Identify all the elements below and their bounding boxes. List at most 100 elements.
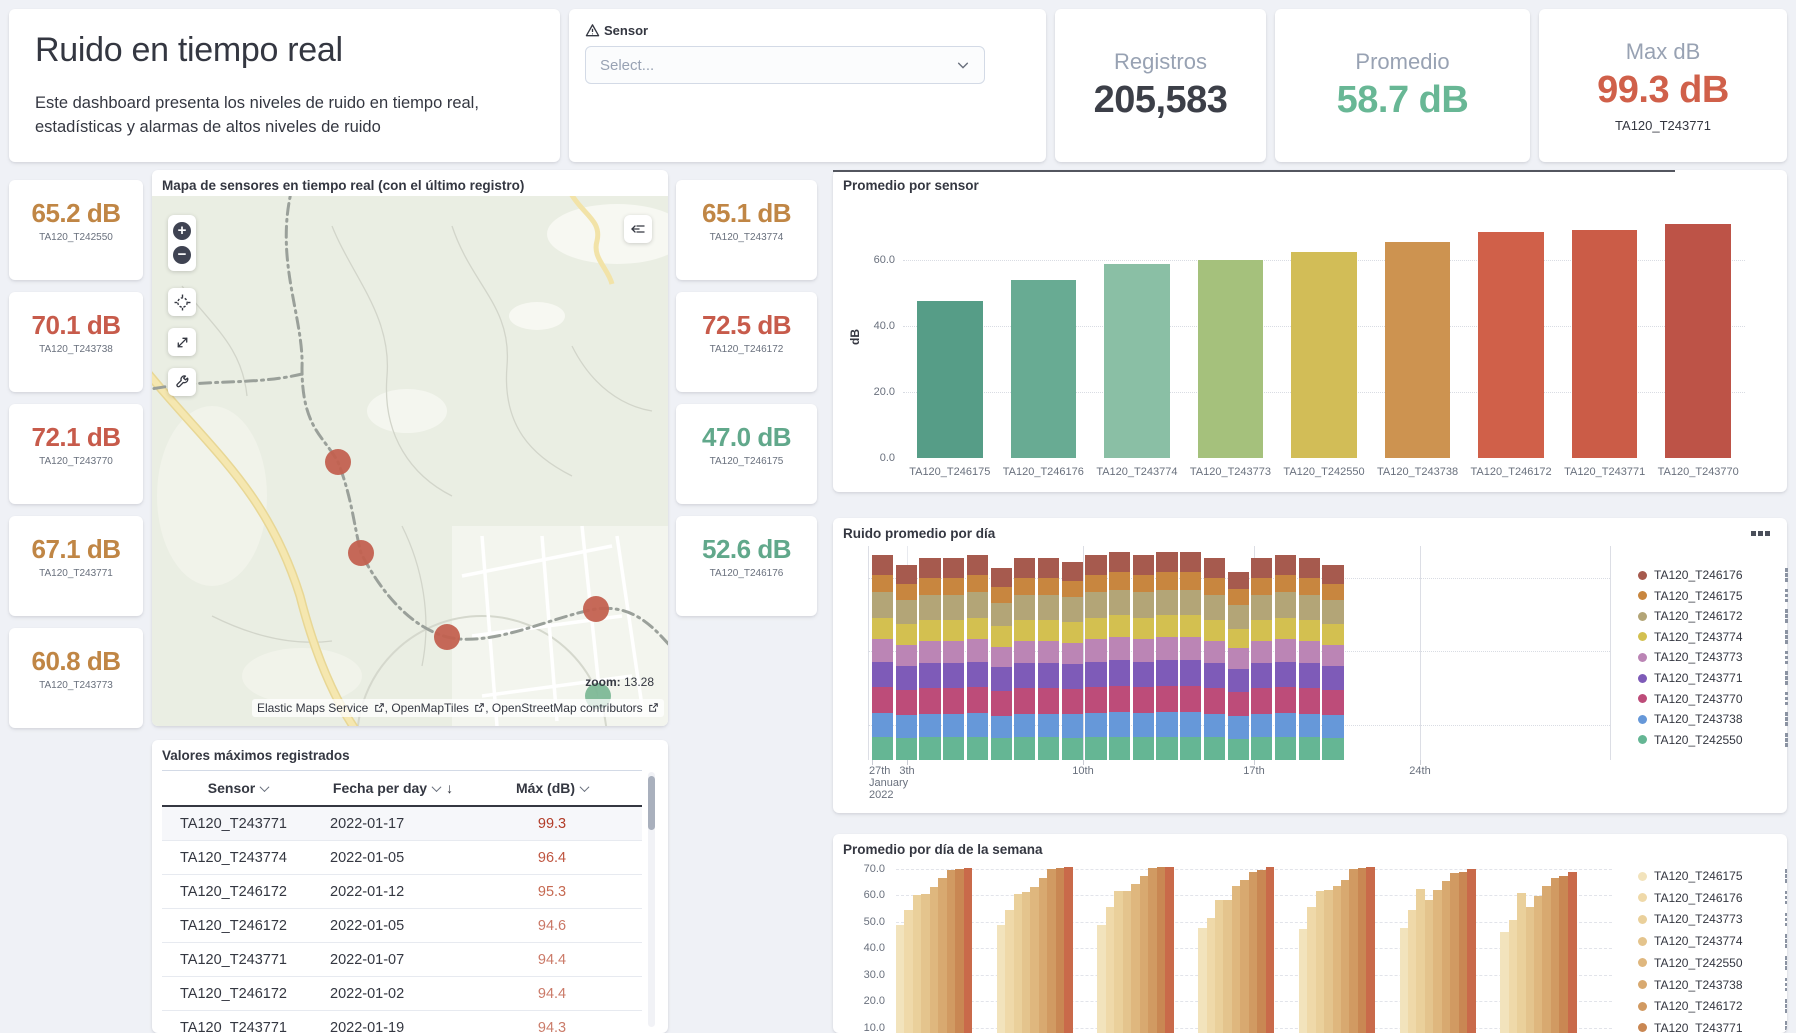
stack-segment-TA120_T243738[interactable]	[872, 713, 893, 737]
legend-actions-icon[interactable]	[1785, 568, 1789, 582]
stack-segment-TA120_T243738[interactable]	[1156, 712, 1177, 737]
stack-segment-TA120_T243770[interactable]	[1085, 687, 1106, 713]
stack-segment-TA120_T246176[interactable]	[943, 558, 964, 577]
stack-segment-TA120_T243771[interactable]	[1156, 660, 1177, 686]
stack-segment-TA120_T243771[interactable]	[896, 666, 917, 690]
stack-segment-TA120_T246176[interactable]	[1180, 552, 1201, 572]
legend-actions-icon[interactable]	[1785, 671, 1789, 685]
stack-segment-TA120_T243774[interactable]	[1038, 620, 1059, 641]
stack-segment-TA120_T243770[interactable]	[1228, 692, 1249, 716]
stack-segment-TA120_T243770[interactable]	[1133, 687, 1154, 713]
stack-segment-TA120_T243773[interactable]	[1299, 641, 1320, 663]
stack-segment-TA120_T242550[interactable]	[1156, 737, 1177, 760]
stack-segment-TA120_T246176[interactable]	[1038, 558, 1059, 577]
bar-TA120_T243770[interactable]	[1665, 224, 1731, 458]
stack-segment-TA120_T242550[interactable]	[1109, 737, 1130, 760]
stack-segment-TA120_T243773[interactable]	[1109, 637, 1130, 660]
stack-segment-TA120_T243738[interactable]	[943, 714, 964, 738]
stack-segment-TA120_T243771[interactable]	[1038, 663, 1059, 688]
legend-item-TA120_T246175[interactable]: TA120_T246175	[1638, 869, 1787, 883]
legend-actions-icon[interactable]	[1785, 589, 1789, 603]
bar-TA120_T243770[interactable]	[1467, 869, 1476, 1033]
stack-segment-TA120_T243738[interactable]	[1109, 712, 1130, 737]
stack-segment-TA120_T243738[interactable]	[1251, 714, 1272, 738]
table-row[interactable]: TA120_T243771 2022-01-19 94.3	[162, 1011, 642, 1033]
stack-segment-TA120_T243774[interactable]	[1156, 615, 1177, 637]
legend-item-TA120_T243773[interactable]: TA120_T243773	[1638, 912, 1787, 926]
stack-segment-TA120_T243738[interactable]	[991, 716, 1012, 739]
stack-segment-TA120_T246176[interactable]	[872, 555, 893, 575]
table-row[interactable]: TA120_T243771 2022-01-17 99.3	[162, 807, 642, 841]
stack-segment-TA120_T243773[interactable]	[896, 645, 917, 666]
stack-segment-TA120_T246176[interactable]	[1322, 565, 1343, 584]
legend-item-TA120_T246172[interactable]: TA120_T246172	[1638, 999, 1787, 1013]
zoom-in-button[interactable]: +	[173, 222, 191, 240]
stack-segment-TA120_T246175[interactable]	[991, 587, 1012, 603]
stack-segment-TA120_T243738[interactable]	[1322, 715, 1343, 738]
stack-segment-TA120_T243738[interactable]	[896, 715, 917, 738]
stack-segment-TA120_T246175[interactable]	[1204, 578, 1225, 595]
stack-segment-TA120_T246172[interactable]	[991, 603, 1012, 627]
legend-actions-icon[interactable]	[1785, 869, 1788, 883]
stack-segment-TA120_T246175[interactable]	[1251, 578, 1272, 595]
stack-segment-TA120_T246172[interactable]	[1275, 592, 1296, 617]
stack-segment-TA120_T246172[interactable]	[1133, 592, 1154, 617]
column-header-fecha[interactable]: Fecha per day ↓	[314, 780, 472, 796]
legend-item-TA120_T246175[interactable]: TA120_T246175	[1638, 589, 1788, 603]
stack-segment-TA120_T246172[interactable]	[967, 592, 988, 617]
legend-item-TA120_T243771[interactable]: TA120_T243771	[1638, 1021, 1787, 1033]
stack-segment-TA120_T242550[interactable]	[967, 737, 988, 760]
stack-segment-TA120_T243773[interactable]	[1133, 639, 1154, 661]
stack-segment-TA120_T243771[interactable]	[991, 667, 1012, 691]
stack-segment-TA120_T242550[interactable]	[1133, 737, 1154, 760]
stack-segment-TA120_T246176[interactable]	[1133, 555, 1154, 575]
stack-segment-TA120_T242550[interactable]	[991, 738, 1012, 760]
legend-item-TA120_T243773[interactable]: TA120_T243773	[1638, 650, 1788, 664]
map-tools-button[interactable]	[168, 368, 196, 396]
stack-segment-TA120_T246172[interactable]	[896, 600, 917, 624]
stack-segment-TA120_T243771[interactable]	[1251, 663, 1272, 688]
stack-segment-TA120_T242550[interactable]	[1180, 737, 1201, 760]
stack-segment-TA120_T246172[interactable]	[1062, 597, 1083, 622]
stack-segment-TA120_T243774[interactable]	[943, 620, 964, 641]
bar-TA120_T243738[interactable]	[1385, 242, 1451, 458]
stack-segment-TA120_T243774[interactable]	[1322, 624, 1343, 644]
bar-TA120_T243770[interactable]	[1064, 867, 1073, 1033]
stack-segment-TA120_T246175[interactable]	[1228, 589, 1249, 605]
stack-segment-TA120_T242550[interactable]	[943, 737, 964, 760]
column-header-sensor[interactable]: Sensor	[162, 780, 314, 796]
stack-segment-TA120_T243738[interactable]	[919, 714, 940, 738]
stack-segment-TA120_T246175[interactable]	[967, 575, 988, 593]
stack-segment-TA120_T246175[interactable]	[1014, 578, 1035, 595]
stack-segment-TA120_T243770[interactable]	[1109, 686, 1130, 712]
sensor-map-marker[interactable]	[348, 540, 374, 566]
table-row[interactable]: TA120_T243771 2022-01-07 94.4	[162, 943, 642, 977]
stack-segment-TA120_T243771[interactable]	[967, 662, 988, 687]
stack-segment-TA120_T243773[interactable]	[919, 641, 940, 663]
legend-actions-icon[interactable]	[1785, 1021, 1788, 1033]
stack-segment-TA120_T243738[interactable]	[1180, 712, 1201, 737]
stack-segment-TA120_T243774[interactable]	[1085, 618, 1106, 640]
stack-segment-TA120_T243774[interactable]	[1109, 615, 1130, 637]
stack-segment-TA120_T243738[interactable]	[1228, 716, 1249, 738]
stack-segment-TA120_T243770[interactable]	[1322, 690, 1343, 715]
legend-toggle-button[interactable]	[624, 215, 652, 243]
legend-actions-icon[interactable]	[1785, 651, 1789, 665]
stack-segment-TA120_T243771[interactable]	[1085, 662, 1106, 687]
stack-segment-TA120_T243773[interactable]	[1062, 643, 1083, 665]
stack-segment-TA120_T243773[interactable]	[1275, 639, 1296, 661]
stack-segment-TA120_T243770[interactable]	[1062, 689, 1083, 714]
bar-TA120_T243770[interactable]	[1266, 867, 1275, 1033]
attribution-link[interactable]: OpenStreetMap contributors	[492, 701, 659, 715]
stack-segment-TA120_T246172[interactable]	[1228, 605, 1249, 628]
bar-TA120_T243771[interactable]	[1572, 230, 1638, 458]
legend-actions-icon[interactable]	[1785, 934, 1788, 948]
legend-actions-icon[interactable]	[1785, 733, 1789, 747]
stack-segment-TA120_T243770[interactable]	[1014, 688, 1035, 714]
stack-segment-TA120_T243770[interactable]	[991, 691, 1012, 716]
stack-segment-TA120_T243770[interactable]	[1180, 686, 1201, 712]
stack-segment-TA120_T246175[interactable]	[1109, 572, 1130, 590]
stack-segment-TA120_T243771[interactable]	[1322, 666, 1343, 690]
stack-segment-TA120_T246172[interactable]	[872, 592, 893, 617]
stack-segment-TA120_T243774[interactable]	[1251, 620, 1272, 641]
